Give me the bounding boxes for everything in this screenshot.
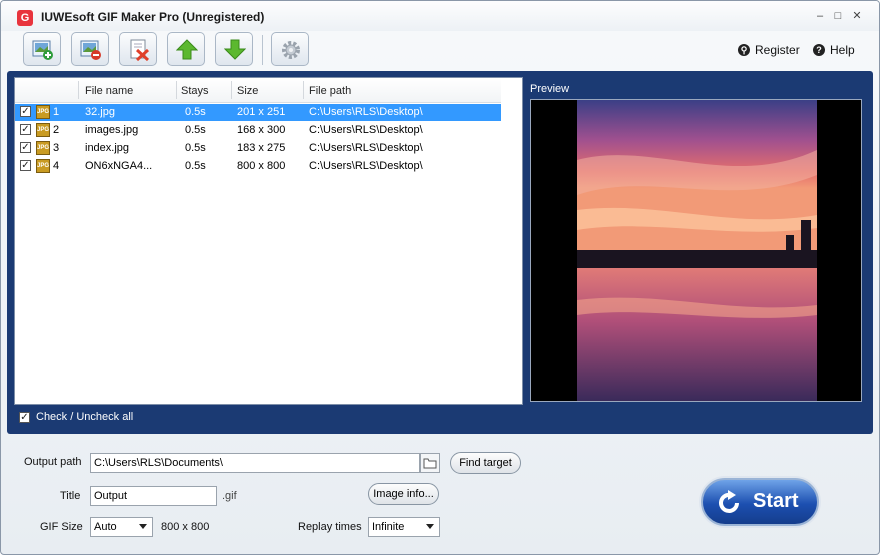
- check-all-checkbox[interactable]: ✓: [19, 411, 30, 423]
- app-window: G IUWEsoft GIF Maker Pro (Unregistered) …: [0, 0, 880, 555]
- maximize-button[interactable]: □: [830, 9, 846, 23]
- row-file-name: ON6xNGA4...: [85, 160, 153, 172]
- jpg-file-icon: JPG: [36, 105, 50, 119]
- column-divider: [303, 81, 304, 99]
- move-down-button[interactable]: [215, 32, 253, 66]
- help-label: Help: [830, 43, 855, 57]
- row-checkbox[interactable]: ✓: [20, 124, 31, 135]
- row-stays: 0.5s: [185, 124, 206, 136]
- row-size: 168 x 300: [237, 124, 286, 136]
- row-index: 1: [53, 106, 60, 118]
- remove-image-icon: [80, 40, 101, 60]
- image-info-button[interactable]: Image info...: [368, 483, 439, 505]
- column-divider: [231, 81, 232, 99]
- replay-times-value: Infinite: [372, 521, 405, 533]
- title-field[interactable]: Output: [90, 486, 217, 506]
- row-file-name: images.jpg: [85, 124, 139, 136]
- add-image-icon: [32, 40, 53, 60]
- chevron-down-icon: [139, 524, 147, 529]
- output-path-field[interactable]: C:\Users\RLS\Documents\: [90, 453, 420, 473]
- check-all-label: Check / Uncheck all: [36, 411, 134, 423]
- toolbar: ⚲ Register ? Help: [1, 31, 879, 71]
- register-label: Register: [755, 43, 800, 57]
- row-checkbox[interactable]: ✓: [20, 142, 31, 153]
- column-header-size[interactable]: Size: [237, 78, 258, 102]
- row-file-name: 32.jpg: [85, 106, 115, 118]
- preview-image: [577, 100, 817, 401]
- minimize-button[interactable]: –: [812, 9, 828, 23]
- start-button[interactable]: Start: [701, 478, 819, 526]
- check-all-toggle[interactable]: ✓ Check / Uncheck all: [19, 411, 133, 423]
- column-divider: [78, 81, 79, 99]
- gif-size-value: Auto: [94, 521, 117, 533]
- row-file-path: C:\Users\RLS\Desktop\: [309, 124, 423, 136]
- file-row[interactable]: ✓ JPG 2 images.jpg 0.5s 168 x 300 C:\Use…: [15, 122, 501, 139]
- gear-icon: [282, 41, 300, 59]
- row-checkbox[interactable]: ✓: [20, 106, 31, 117]
- preview-label: Preview: [530, 83, 570, 95]
- row-file-path: C:\Users\RLS\Desktop\: [309, 142, 423, 154]
- arrow-up-icon: [176, 39, 198, 60]
- row-index: 2: [53, 124, 60, 136]
- column-header-file-path[interactable]: File path: [309, 78, 351, 102]
- row-size: 201 x 251: [237, 106, 286, 118]
- jpg-file-icon: JPG: [36, 141, 50, 155]
- close-button[interactable]: ✕: [849, 9, 865, 23]
- title-label: Title: [60, 490, 81, 502]
- register-link[interactable]: ⚲ Register: [738, 43, 800, 57]
- gif-dimensions: 800 x 800: [161, 521, 210, 533]
- replay-times-select[interactable]: Infinite: [368, 517, 440, 537]
- clear-list-button[interactable]: [119, 32, 157, 66]
- file-list[interactable]: File name Stays Size File path ✓ JPG 1 3…: [14, 77, 523, 405]
- main-panel: File name Stays Size File path ✓ JPG 1 3…: [7, 71, 873, 434]
- extension-label: .gif: [222, 490, 237, 502]
- chevron-down-icon: [426, 524, 434, 529]
- preview-pane: [530, 99, 862, 402]
- row-file-path: C:\Users\RLS\Desktop\: [309, 160, 423, 172]
- file-list-header: File name Stays Size File path: [15, 78, 501, 103]
- file-row[interactable]: ✓ JPG 4 ON6xNGA4... 0.5s 800 x 800 C:\Us…: [15, 158, 501, 175]
- app-logo-icon: G: [17, 10, 33, 26]
- jpg-file-icon: JPG: [36, 159, 50, 173]
- row-stays: 0.5s: [185, 142, 206, 154]
- arrow-down-icon: [224, 39, 246, 60]
- replay-times-label: Replay times: [298, 521, 362, 533]
- column-divider: [176, 81, 177, 99]
- jpg-file-icon: JPG: [36, 123, 50, 137]
- key-icon: ⚲: [738, 44, 750, 56]
- output-path-label: Output path: [24, 456, 82, 468]
- toolbar-separator: [262, 35, 263, 65]
- start-label: Start: [753, 490, 799, 512]
- help-link[interactable]: ? Help: [813, 43, 855, 57]
- find-target-button[interactable]: Find target: [450, 452, 521, 474]
- remove-image-button[interactable]: [71, 32, 109, 66]
- row-index: 3: [53, 142, 60, 154]
- column-header-file-name[interactable]: File name: [85, 78, 133, 102]
- file-row[interactable]: ✓ JPG 1 32.jpg 0.5s 201 x 251 C:\Users\R…: [15, 104, 501, 121]
- move-up-button[interactable]: [167, 32, 205, 66]
- delete-document-icon: [130, 39, 150, 61]
- file-row[interactable]: ✓ JPG 3 index.jpg 0.5s 183 x 275 C:\User…: [15, 140, 501, 157]
- browse-folder-button[interactable]: [420, 453, 440, 473]
- gif-size-select[interactable]: Auto: [90, 517, 153, 537]
- row-checkbox[interactable]: ✓: [20, 160, 31, 171]
- settings-button[interactable]: [271, 32, 309, 66]
- add-image-button[interactable]: [23, 32, 61, 66]
- row-index: 4: [53, 160, 60, 172]
- window-title: IUWEsoft GIF Maker Pro (Unregistered): [41, 10, 265, 24]
- help-icon: ?: [813, 44, 825, 56]
- row-stays: 0.5s: [185, 106, 206, 118]
- row-size: 183 x 275: [237, 142, 286, 154]
- folder-icon: [423, 458, 437, 469]
- title-bar: G IUWEsoft GIF Maker Pro (Unregistered) …: [1, 1, 879, 31]
- column-header-stays[interactable]: Stays: [181, 78, 209, 102]
- gif-size-label: GIF Size: [40, 521, 83, 533]
- row-size: 800 x 800: [237, 160, 286, 172]
- row-file-path: C:\Users\RLS\Desktop\: [309, 106, 423, 118]
- row-file-name: index.jpg: [85, 142, 130, 154]
- row-stays: 0.5s: [185, 160, 206, 172]
- refresh-arrow-icon: [719, 490, 739, 513]
